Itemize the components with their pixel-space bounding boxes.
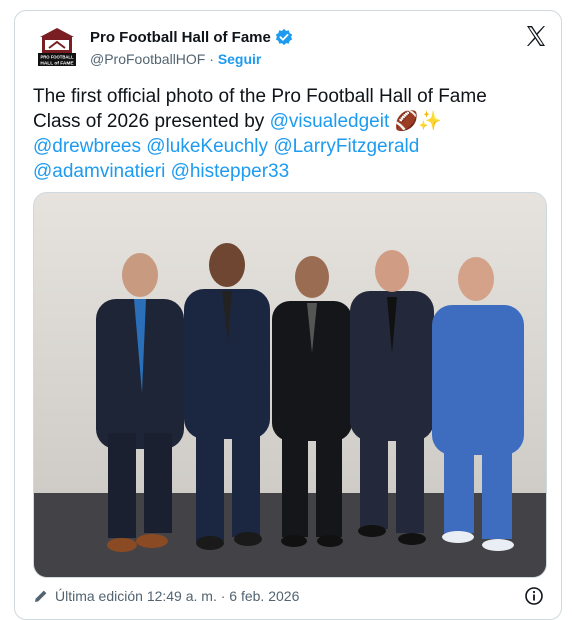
logo-text-top: PRO FOOTBALL <box>40 55 73 60</box>
tweet-emoji: 🏈✨ <box>394 111 442 132</box>
display-name[interactable]: Pro Football Hall of Fame <box>90 29 271 46</box>
mention-visualedgeit[interactable]: @visualedgeit <box>270 111 390 132</box>
hof-logo-icon: PRO FOOTBALL HALL of FAME <box>38 28 76 67</box>
verified-badge-icon <box>275 28 292 46</box>
handle[interactable]: @ProFootballHOF <box>90 51 205 67</box>
info-icon[interactable] <box>524 586 544 606</box>
name-row: Pro Football Hall of Fame <box>90 28 293 46</box>
tweet-text-line1: The first official photo of the Pro Foot… <box>33 86 487 107</box>
avatar[interactable]: PRO FOOTBALL HALL of FAME <box>33 24 81 72</box>
tweet-text-line2: Class of 2026 presented by <box>33 111 270 132</box>
edit-timestamp[interactable]: Última edición 12:49 a. m. · 6 feb. 2026 <box>55 588 299 604</box>
handle-separator: · <box>209 51 214 67</box>
pencil-icon <box>35 590 47 602</box>
handle-row: @ProFootballHOF · Seguir <box>90 51 261 67</box>
mention-drewbrees[interactable]: @drewbrees <box>33 136 141 157</box>
tweet-photo[interactable] <box>33 192 547 578</box>
x-logo-icon[interactable] <box>523 24 549 48</box>
group-photo-image <box>34 193 546 577</box>
mention-lukekeuchly[interactable]: @lukeKeuchly <box>146 136 268 157</box>
edit-footer: Última edición 12:49 a. m. · 6 feb. 2026 <box>33 588 299 604</box>
mention-larryfitzgerald[interactable]: @LarryFitzgerald <box>273 136 419 157</box>
mention-adamvinatieri[interactable]: @adamvinatieri <box>33 161 165 182</box>
mention-histepper33[interactable]: @histepper33 <box>171 161 290 182</box>
follow-button[interactable]: Seguir <box>218 51 262 67</box>
logo-text-bottom: HALL of FAME <box>40 61 74 67</box>
tweet-text: The first official photo of the Pro Foot… <box>33 84 543 184</box>
